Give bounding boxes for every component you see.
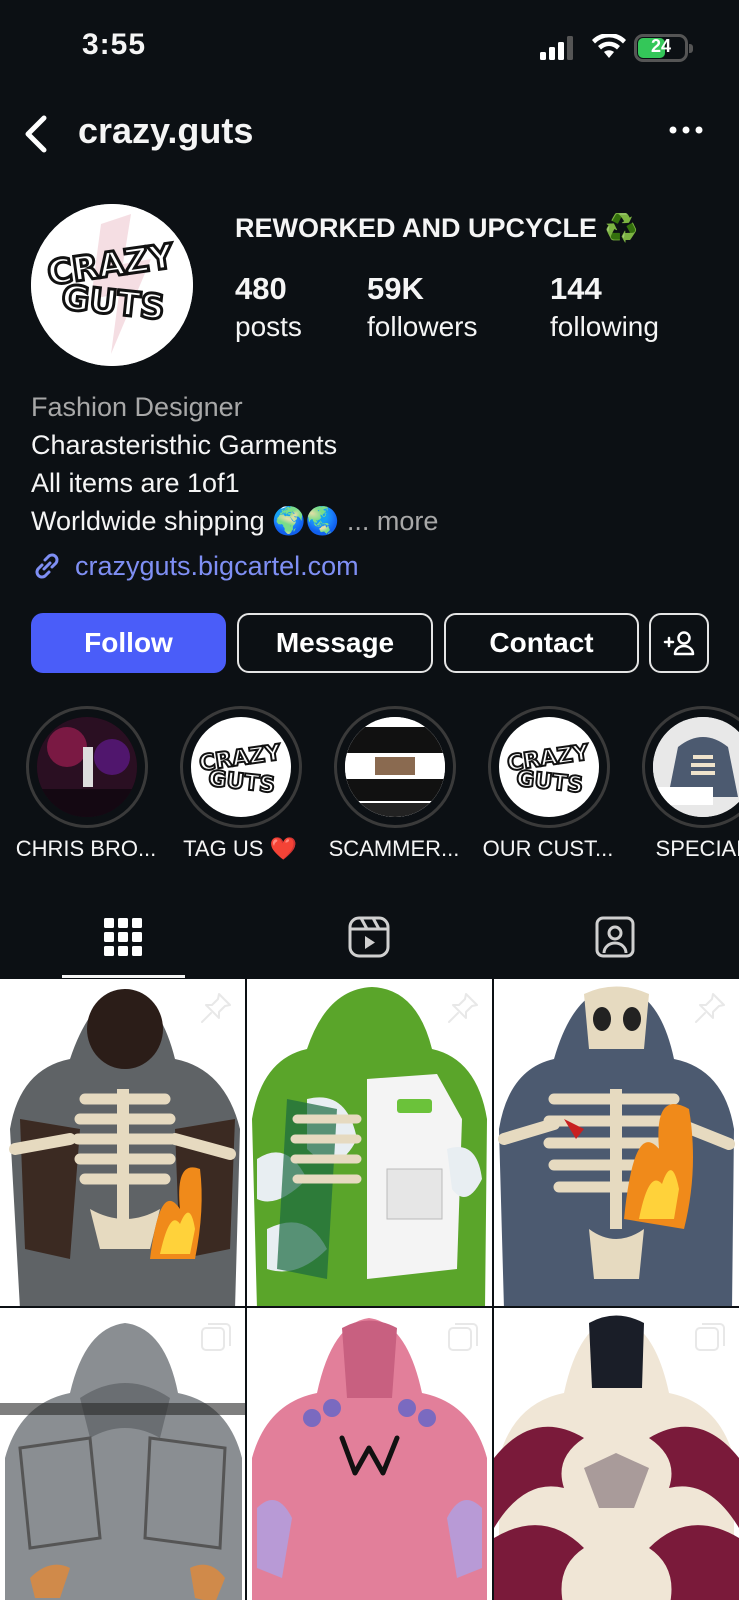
highlight-label: SCAMMER... xyxy=(328,836,460,861)
post-thumbnail[interactable] xyxy=(494,1308,739,1600)
link-icon xyxy=(35,553,59,579)
profile-bio: Fashion Designer Charasteristhic Garment… xyxy=(31,388,438,540)
profile-header: crazy.guts xyxy=(0,100,739,170)
suggested-users-button[interactable] xyxy=(649,613,709,673)
pinned-post-icon xyxy=(448,993,478,1023)
multiple-images-icon xyxy=(201,1323,231,1351)
profile-avatar[interactable]: CRAZY GUTS xyxy=(31,204,193,366)
stat-posts-value: 480 xyxy=(235,271,287,306)
profile-tabs xyxy=(0,895,739,979)
follow-button[interactable]: Follow xyxy=(31,613,226,673)
status-bar: 3:55 24 xyxy=(0,0,739,100)
tagged-person-icon xyxy=(595,916,635,958)
grid-icon xyxy=(104,918,142,956)
post-thumbnail[interactable] xyxy=(0,979,245,1306)
highlight-label: CHRIS BRO... xyxy=(15,836,157,861)
add-user-icon xyxy=(663,631,695,656)
reels-icon xyxy=(348,916,390,958)
highlight-concert-image xyxy=(37,717,137,817)
skull-hoodie-image xyxy=(494,979,739,1306)
post-thumbnail[interactable] xyxy=(247,1308,492,1600)
status-time: 3:55 xyxy=(82,28,147,61)
crazy-guts-logo: CRAZY GUTS xyxy=(505,739,593,799)
stat-followers-label: followers xyxy=(367,311,478,342)
highlight-label: TAG US ❤️ xyxy=(183,836,297,861)
highlight-skeleton-hoodie-image xyxy=(653,717,739,817)
stat-followers-value: 59K xyxy=(367,271,424,306)
tab-tagged[interactable] xyxy=(492,895,738,979)
stat-posts-label: posts xyxy=(235,311,302,342)
battery-icon: 24 xyxy=(634,34,693,62)
wifi-icon xyxy=(592,34,626,58)
crazy-guts-logo: CRAZY GUTS xyxy=(197,739,285,799)
svg-text:GUTS: GUTS xyxy=(515,767,584,799)
profile-category: Fashion Designer xyxy=(31,392,243,422)
profile-username: crazy.guts xyxy=(78,110,254,151)
profile-website-link[interactable]: crazyguts.bigcartel.com xyxy=(31,550,359,582)
stat-following[interactable]: 144 following xyxy=(550,270,659,346)
active-tab-indicator xyxy=(62,975,185,978)
cellular-signal-icon xyxy=(540,36,573,60)
contact-button[interactable]: Contact xyxy=(444,613,639,673)
post-thumbnail[interactable] xyxy=(494,979,739,1306)
bio-line: All items are 1of1 xyxy=(31,468,240,498)
pinned-post-icon xyxy=(695,993,725,1023)
highlight-label: SPECIAL xyxy=(655,836,739,861)
bio-line: Worldwide shipping 🌍🌏 xyxy=(31,506,340,536)
bio-line: Charasteristhic Garments xyxy=(31,430,338,460)
green-skeleton-vest-hoodie-image xyxy=(247,979,492,1306)
highlight-scammer-warning-image xyxy=(345,717,445,817)
tab-reels[interactable] xyxy=(246,895,492,979)
stat-followers[interactable]: 59K followers xyxy=(367,270,477,346)
post-thumbnail[interactable] xyxy=(0,1308,245,1600)
back-chevron-icon[interactable] xyxy=(18,112,58,156)
posts-grid xyxy=(0,979,739,1600)
profile-display-name: REWORKED AND UPCYCLE ♻️ xyxy=(235,213,639,243)
pinned-post-icon xyxy=(201,993,231,1023)
battery-level: 24 xyxy=(650,36,672,56)
skeleton-hoodie-image xyxy=(0,979,245,1306)
bio-more-link[interactable]: ... more xyxy=(347,506,439,536)
multiple-images-icon xyxy=(695,1323,725,1351)
highlight-label: OUR CUST... xyxy=(482,836,614,861)
multiple-images-icon xyxy=(448,1323,478,1351)
svg-text:GUTS: GUTS xyxy=(207,767,276,799)
message-button[interactable]: Message xyxy=(237,613,433,673)
stat-following-label: following xyxy=(550,311,659,342)
stat-posts[interactable]: 480 posts xyxy=(235,270,302,346)
stat-following-value: 144 xyxy=(550,271,602,306)
tab-posts-grid[interactable] xyxy=(0,895,246,979)
more-options-icon[interactable] xyxy=(668,122,704,138)
story-highlights: CHRIS BRO... CRAZY GUTS TAG US ❤️ SCAMME… xyxy=(0,706,739,866)
profile-website-text: crazyguts.bigcartel.com xyxy=(75,550,359,581)
post-thumbnail[interactable] xyxy=(247,979,492,1306)
crazy-guts-logo: CRAZY GUTS xyxy=(31,204,193,366)
